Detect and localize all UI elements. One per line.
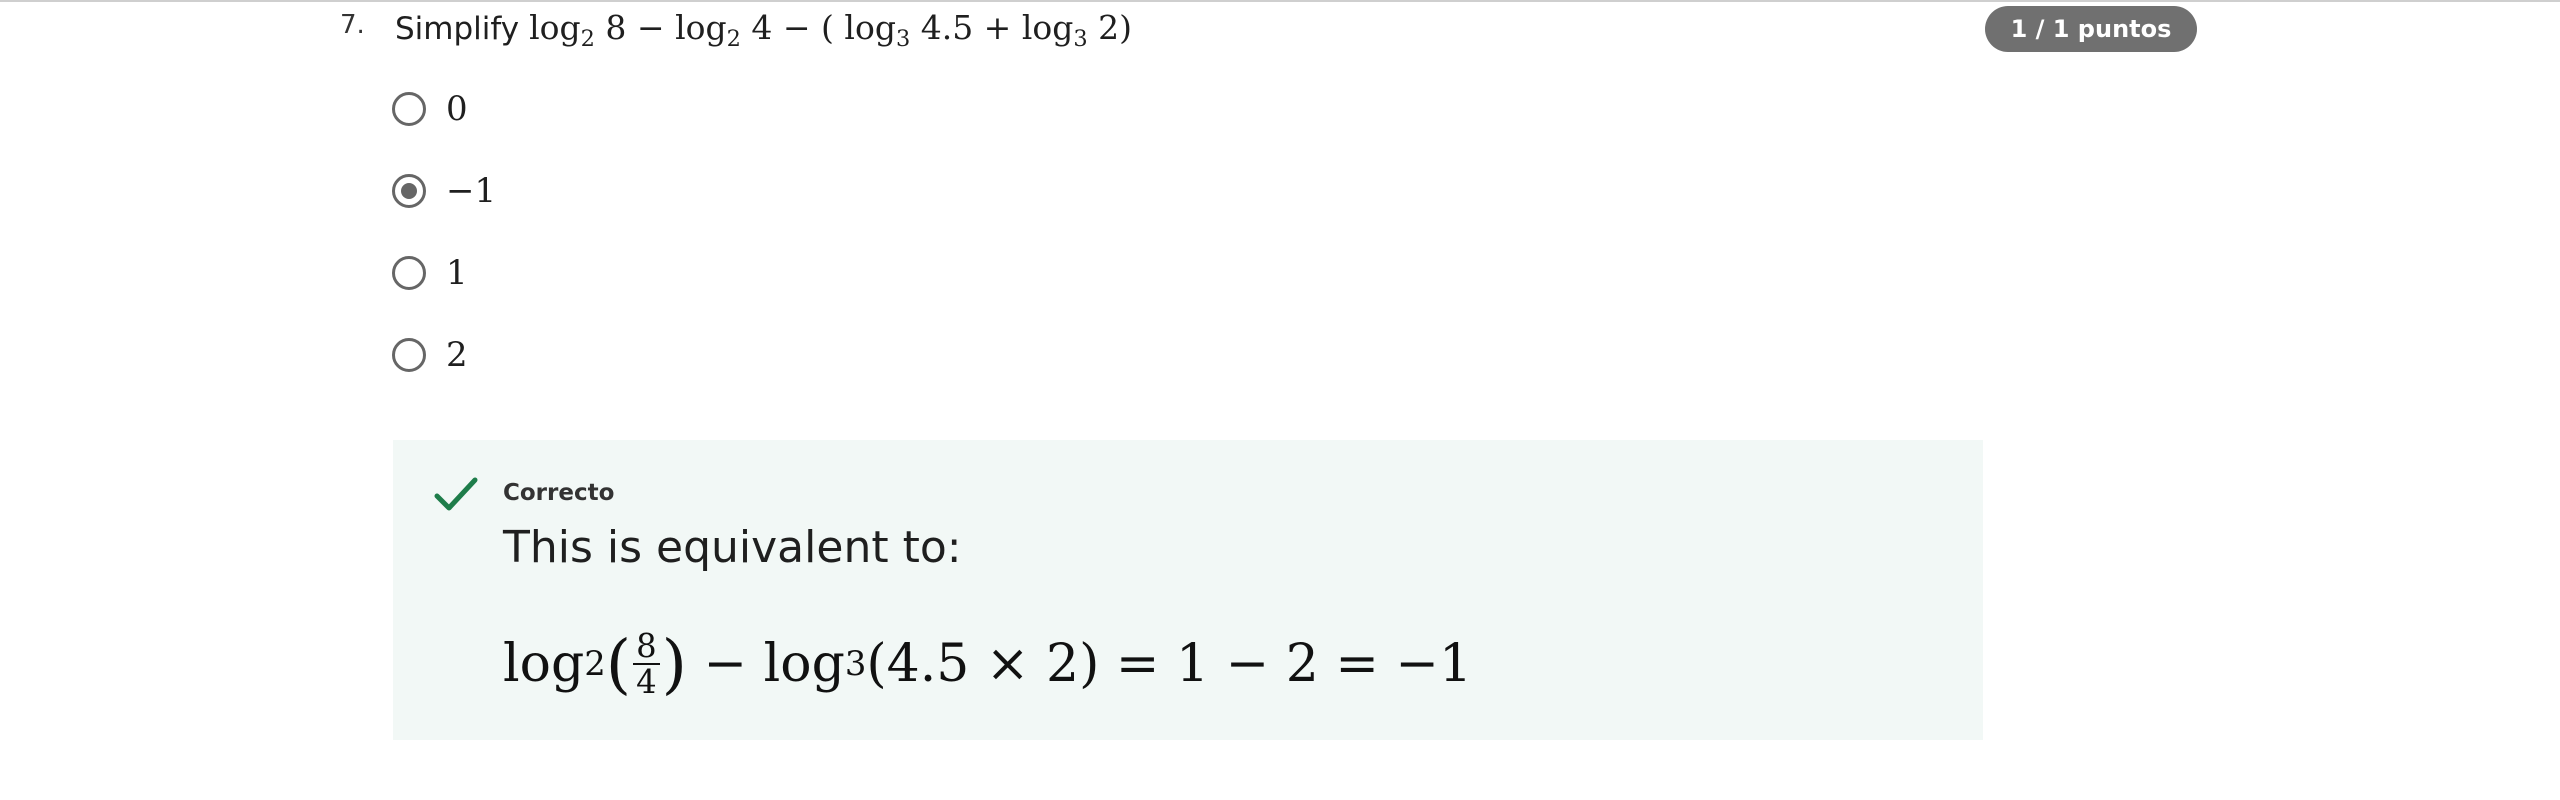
question-text: Simplify log2 8 − log2 4 − ( log3 4.5 + … (395, 8, 1133, 53)
option-2[interactable]: 1 (392, 251, 692, 295)
question-expression: log2 8 − log2 4 − ( log3 4.5 + log3 2) (529, 8, 1133, 53)
radio-button[interactable] (392, 256, 426, 290)
question-header: 7. Simplify log2 8 − log2 4 − ( log3 4.5… (340, 6, 2200, 52)
top-divider (0, 0, 2560, 2)
option-label: −1 (446, 171, 497, 211)
points-badge: 1 / 1 puntos (1985, 6, 2197, 52)
fraction: 8 4 (633, 630, 660, 698)
radio-button[interactable] (392, 92, 426, 126)
question-prefix: Simplify (395, 11, 520, 47)
question-number: 7. (340, 10, 365, 40)
option-1[interactable]: −1 (392, 169, 692, 213)
radio-button-selected[interactable] (392, 174, 426, 208)
option-0[interactable]: 0 (392, 87, 692, 131)
radio-button[interactable] (392, 338, 426, 372)
check-icon (434, 477, 478, 511)
option-label: 1 (446, 253, 468, 293)
option-label: 2 (446, 335, 468, 375)
feedback-equation: log 2 ( 8 4 ) − log 3 (4.5 × 2) = 1 − 2 = … (503, 626, 1473, 702)
option-3[interactable]: 2 (392, 333, 692, 377)
feedback-panel: Correcto This is equivalent to: log 2 ( 8… (393, 440, 1983, 740)
feedback-status: Correcto (503, 480, 615, 506)
feedback-explanation: This is equivalent to: (503, 522, 962, 573)
option-label: 0 (446, 89, 468, 129)
